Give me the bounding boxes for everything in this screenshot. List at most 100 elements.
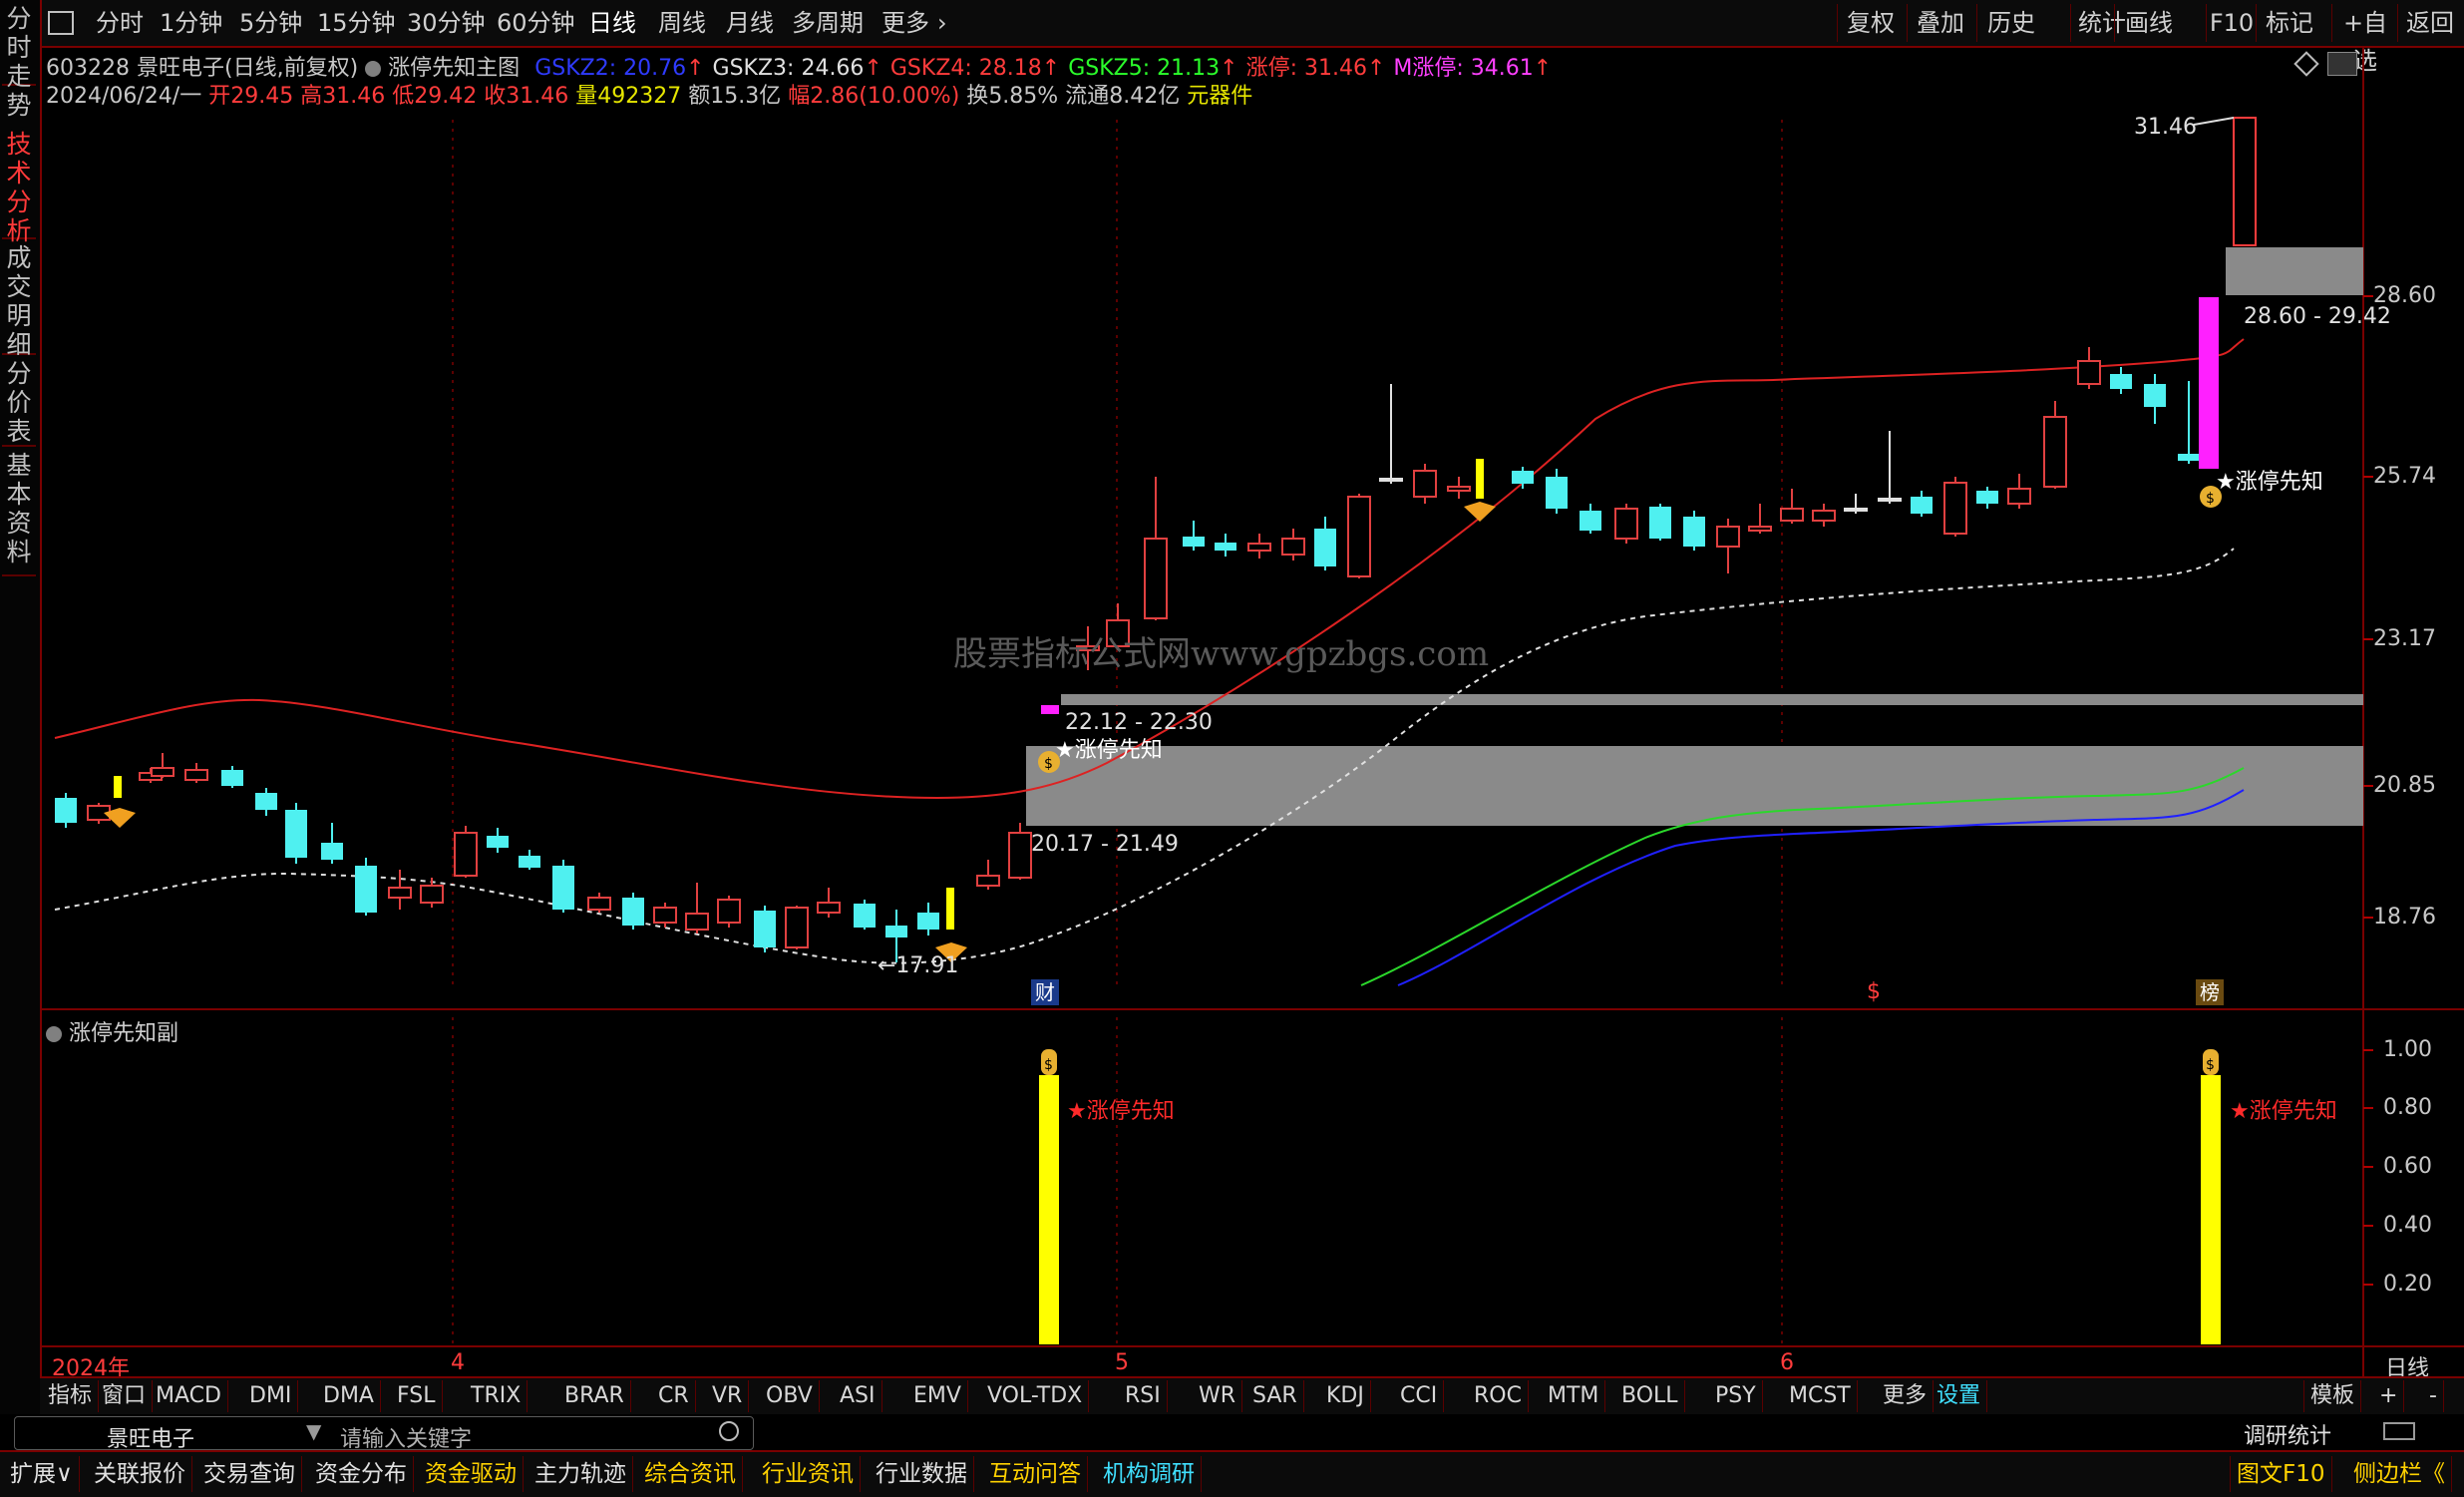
badge-dollar[interactable]: $ bbox=[1867, 979, 1881, 1004]
candle-body bbox=[1215, 543, 1236, 551]
sub-chart-name: 涨停先知副 bbox=[69, 1021, 179, 1046]
last-candle bbox=[2233, 117, 2257, 246]
signal-text-main-2: ★涨停先知 bbox=[2216, 470, 2323, 495]
indicator-tab-22[interactable]: PSY bbox=[1709, 1380, 1763, 1412]
status-tab-3[interactable]: 资金分布 bbox=[309, 1456, 414, 1492]
candle-body bbox=[1911, 497, 1933, 514]
candle-body bbox=[976, 875, 1000, 887]
indicator-tab-1[interactable]: 窗口 bbox=[96, 1380, 154, 1412]
candle-body bbox=[1580, 511, 1601, 531]
candle-body bbox=[1347, 496, 1371, 577]
candle-body bbox=[2007, 488, 2031, 505]
search-box[interactable]: 景旺电子 ▼ 请输入关键字 bbox=[14, 1416, 754, 1453]
low-price-label: ←17.91 bbox=[878, 953, 959, 978]
indicator-tab-10[interactable]: OBV bbox=[760, 1380, 820, 1412]
status-tab-0[interactable]: 扩展∨ bbox=[4, 1456, 80, 1492]
candle-body bbox=[1716, 526, 1740, 548]
indicator-tab-9[interactable]: VR bbox=[706, 1380, 750, 1412]
status-tab-1[interactable]: 关联报价 bbox=[88, 1456, 192, 1492]
indicator-tab-11[interactable]: ASI bbox=[834, 1380, 882, 1412]
candle-body bbox=[2043, 416, 2067, 488]
indicator-tab-13[interactable]: VOL-TDX bbox=[981, 1380, 1090, 1412]
diamond-signal-icon bbox=[104, 502, 1496, 962]
status-tab-7[interactable]: 行业资讯 bbox=[756, 1456, 861, 1492]
candle-body bbox=[2178, 454, 2200, 461]
candle-body bbox=[1247, 543, 1271, 552]
search-icon[interactable] bbox=[719, 1421, 739, 1441]
limit-up-candle bbox=[2199, 297, 2219, 469]
indicator-tab-15[interactable]: WR bbox=[1193, 1380, 1243, 1412]
status-tab-5[interactable]: 主力轨迹 bbox=[528, 1456, 633, 1492]
status-tab-2[interactable]: 交易查询 bbox=[197, 1456, 302, 1492]
candle-body bbox=[754, 911, 776, 947]
badge-finance[interactable]: 财 bbox=[1031, 979, 1059, 1005]
indicator-tab-17[interactable]: KDJ bbox=[1320, 1380, 1371, 1412]
status-tab-6[interactable]: 综合资讯 bbox=[638, 1456, 743, 1492]
zone-top bbox=[2226, 247, 2363, 295]
status-f10-button[interactable]: 图文F10 bbox=[2230, 1456, 2332, 1492]
sub-chart-title[interactable]: 涨停先知副 bbox=[46, 1015, 178, 1047]
template-button[interactable]: 模板 bbox=[2303, 1380, 2362, 1412]
indicator-tab-14[interactable]: RSI bbox=[1119, 1380, 1168, 1412]
candle-body bbox=[854, 904, 876, 928]
status-tab-10[interactable]: 机构调研 bbox=[1097, 1456, 1202, 1492]
candle-body bbox=[55, 798, 77, 823]
indicator-tab-23[interactable]: MCST bbox=[1783, 1380, 1858, 1412]
candle-body bbox=[1413, 470, 1437, 498]
research-stats-link[interactable]: 调研统计 bbox=[2244, 1418, 2331, 1450]
candle-body bbox=[2144, 384, 2166, 407]
indicator-tab-24[interactable]: 更多 bbox=[1877, 1380, 1935, 1412]
indicator-tab-18[interactable]: CCI bbox=[1394, 1380, 1445, 1412]
indicator-tab-6[interactable]: TRIX bbox=[465, 1380, 528, 1412]
signal-text-main-1: ★涨停先知 bbox=[1055, 738, 1163, 763]
indicator-tab-19[interactable]: ROC bbox=[1468, 1380, 1529, 1412]
indicator-tab-3[interactable]: DMI bbox=[243, 1380, 299, 1412]
indicator-tab-2[interactable]: MACD bbox=[150, 1380, 228, 1412]
status-tab-8[interactable]: 行业数据 bbox=[870, 1456, 974, 1492]
indicator-tab-4[interactable]: DMA bbox=[317, 1380, 381, 1412]
candle-body bbox=[285, 810, 307, 858]
zoom-in-button[interactable]: + bbox=[2373, 1380, 2405, 1412]
sub-axis-label-5: 0.20 bbox=[2383, 1272, 2432, 1297]
indicator-tab-0[interactable]: 指标 bbox=[42, 1380, 100, 1412]
candle-body bbox=[1447, 486, 1471, 492]
candle-body bbox=[587, 897, 611, 911]
candle-body bbox=[1683, 517, 1705, 547]
indicator-tab-16[interactable]: SAR bbox=[1246, 1380, 1304, 1412]
candle-body bbox=[454, 832, 478, 877]
yellow-candle-3 bbox=[1476, 459, 1484, 499]
yellow-candle-1 bbox=[114, 776, 122, 798]
candle-body bbox=[255, 793, 277, 810]
candle-body bbox=[355, 866, 377, 913]
indicator-tab-8[interactable]: CR bbox=[652, 1380, 696, 1412]
indicator-tab-12[interactable]: EMV bbox=[907, 1380, 968, 1412]
candle-body bbox=[487, 836, 509, 848]
indicator-tab-21[interactable]: BOLL bbox=[1615, 1380, 1685, 1412]
sub-signal-bar-2 bbox=[2201, 1075, 2221, 1344]
indicator-tab-5[interactable]: FSL bbox=[391, 1380, 443, 1412]
candle-body bbox=[221, 770, 243, 786]
zoom-out-button[interactable]: - bbox=[2423, 1380, 2444, 1412]
window-toggle-icon[interactable] bbox=[2383, 1422, 2415, 1440]
search-input[interactable]: 请输入关键字 bbox=[340, 1421, 472, 1453]
badge-ranking[interactable]: 榜 bbox=[2196, 979, 2224, 1005]
candle-body bbox=[917, 913, 939, 930]
search-dropdown-icon[interactable]: ▼ bbox=[306, 1419, 321, 1443]
status-tab-9[interactable]: 互动问答 bbox=[983, 1456, 1088, 1492]
candle-body bbox=[1379, 478, 1403, 482]
status-sidebar-button[interactable]: 侧边栏《 bbox=[2347, 1456, 2452, 1492]
price-label-3: 23.17 bbox=[2373, 626, 2436, 651]
candle-body bbox=[1844, 508, 1868, 512]
indicator-tab-7[interactable]: BRAR bbox=[558, 1380, 631, 1412]
price-label-2: 25.74 bbox=[2373, 464, 2436, 489]
price-ticks bbox=[2363, 295, 2373, 1286]
status-tab-4[interactable]: 资金驱动 bbox=[419, 1456, 524, 1492]
candle-body bbox=[622, 898, 644, 926]
candle-body bbox=[519, 856, 540, 868]
indicator-tab-25[interactable]: 设置 bbox=[1931, 1380, 1988, 1412]
sub-dropdown-icon[interactable] bbox=[46, 1026, 62, 1042]
indicator-tab-20[interactable]: MTM bbox=[1542, 1380, 1606, 1412]
candle-body bbox=[151, 767, 175, 777]
sub-axis-label-2: 0.80 bbox=[2383, 1095, 2432, 1120]
candle-body bbox=[420, 885, 444, 904]
